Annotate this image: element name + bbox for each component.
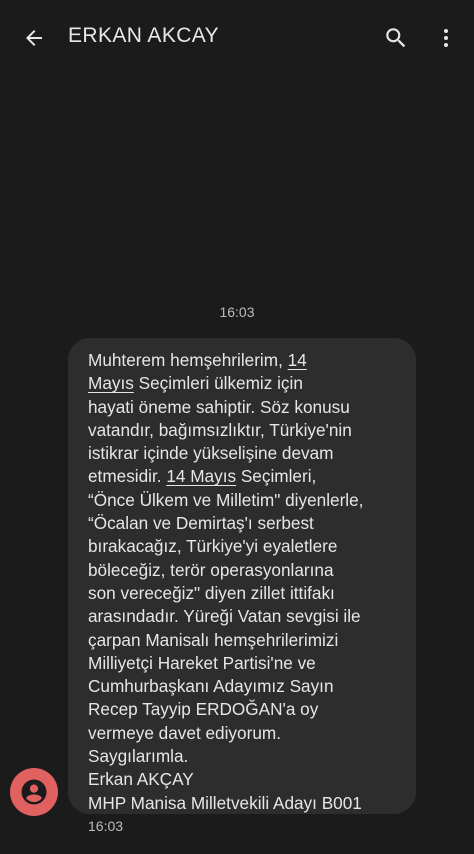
message-line: “Öcalan ve Demirtaş'ı serbest xyxy=(88,513,314,534)
message-line: Recep Tayyip ERDOĞAN'a oy xyxy=(88,699,319,720)
message-line: bırakacağız, Türkiye'yi eyaletlere xyxy=(88,536,338,557)
arrow-left-icon xyxy=(26,30,42,46)
message-text: Muhterem hemşehrilerim, 14 Mayıs Seçimler… xyxy=(88,349,406,815)
message-line: Cumhurbaşkanı Adayımız Sayın xyxy=(88,676,334,697)
more-options-button[interactable] xyxy=(432,22,460,54)
date-link[interactable]: 14 Mayıs xyxy=(166,466,236,486)
message-line: MHP Manisa Milletvekili Adayı B001 xyxy=(88,792,362,813)
contact-name: ERKAN AKCAY xyxy=(68,24,220,47)
message-line: Saygılarımla. xyxy=(88,746,189,767)
message-line: istikrar içinde yükselişine devam xyxy=(88,443,334,464)
message-line: Mayıs Seçimleri ülkemiz için xyxy=(88,373,303,394)
avatar[interactable] xyxy=(10,768,58,816)
search-icon xyxy=(386,28,406,48)
message-line: böleceğiz, terör operasyonlarına xyxy=(88,559,334,580)
message-bubble[interactable]: Muhterem hemşehrilerim, 14 Mayıs Seçimler… xyxy=(68,338,416,814)
search-button[interactable] xyxy=(380,22,412,54)
message-line: Erkan AKÇAY xyxy=(88,769,194,790)
message-timestamp: 16:03 xyxy=(88,818,124,834)
message-line: hayati öneme sahiptir. Söz konusu xyxy=(88,396,350,417)
message-line: arasındadır. Yüreği Vatan sevgisi ile xyxy=(88,606,361,627)
message-line: son vereceğiz" diyen zillet ittifakı xyxy=(88,582,335,603)
app-bar: ERKAN AKCAY xyxy=(0,0,474,74)
message-line: Muhterem hemşehrilerim, 14 xyxy=(88,350,307,370)
date-link[interactable]: 14 xyxy=(288,350,307,370)
person-icon xyxy=(21,779,47,805)
time-divider: 16:03 xyxy=(219,304,255,320)
date-link[interactable]: Mayıs xyxy=(88,373,134,393)
message-line: vatandır, bağımsızlıktır, Türkiye'nin xyxy=(88,419,352,440)
message-line: etmesidir. 14 Mayıs Seçimleri, xyxy=(88,466,317,487)
message-line: “Önce Ülkem ve Milletim" diyenlerle, xyxy=(88,489,364,510)
more-vert-icon xyxy=(444,29,448,47)
message-line: vermeye davet ediyorum. xyxy=(88,722,281,743)
message-line: çarpan Manisalı hemşehrilerimizi xyxy=(88,629,339,650)
message-line: Milliyetçi Hareket Partisi'ne ve xyxy=(88,652,316,673)
back-button[interactable] xyxy=(18,22,50,54)
